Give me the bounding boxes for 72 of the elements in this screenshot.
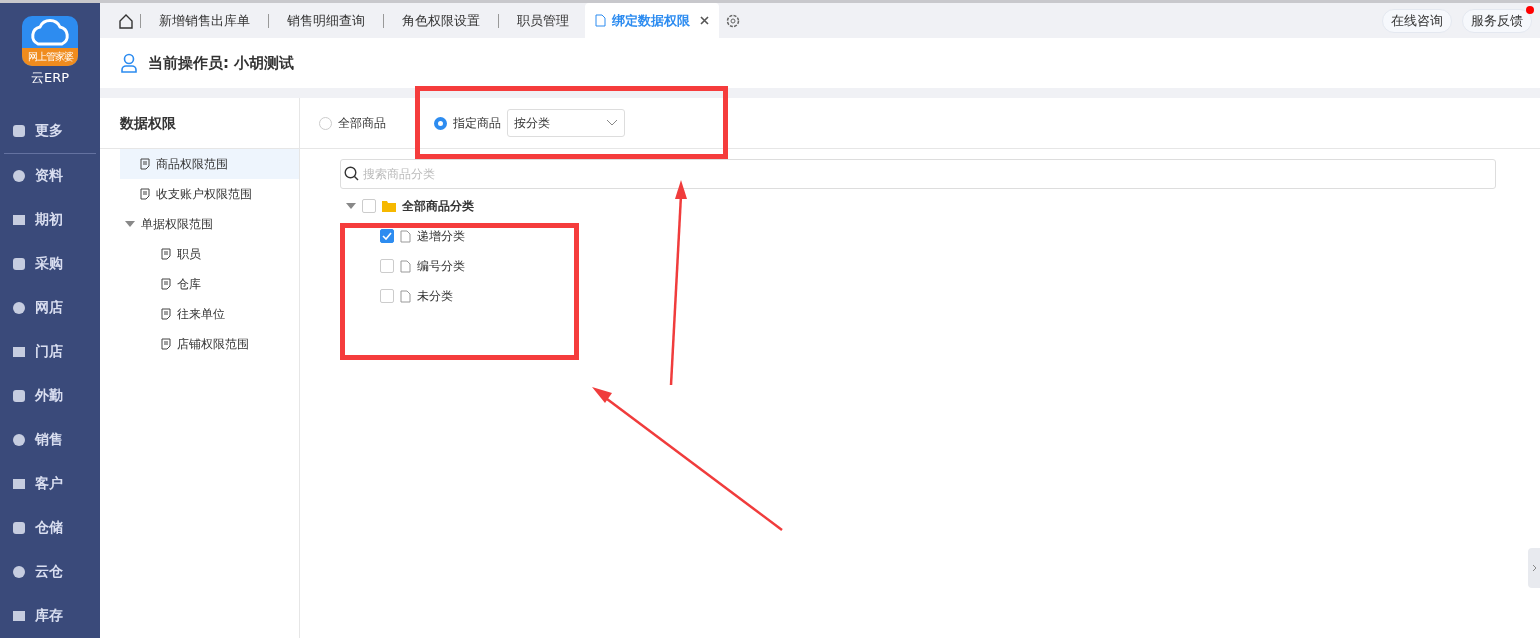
nav-icon	[12, 169, 26, 183]
folder-icon	[382, 200, 396, 212]
nav-icon	[12, 521, 26, 535]
nav-icon	[12, 477, 26, 491]
tree-item[interactable]: 店铺权限范围	[120, 329, 299, 359]
nav-item[interactable]: 门店	[12, 330, 88, 374]
document-icon	[400, 229, 411, 243]
nav-icon	[12, 257, 26, 271]
document-icon	[400, 289, 411, 303]
home-icon[interactable]	[118, 12, 134, 29]
nav-item[interactable]: 采购	[12, 242, 88, 286]
product-name: 云ERP	[30, 68, 70, 87]
tree-item[interactable]: 商品权限范围	[120, 149, 299, 179]
tab[interactable]: 职员管理	[501, 3, 585, 38]
tree-label: 递增分类	[417, 227, 465, 245]
nav-item[interactable]: 库存	[12, 594, 88, 638]
checkbox[interactable]	[362, 199, 376, 213]
document-icon	[140, 158, 150, 170]
nav-icon	[12, 213, 26, 227]
document-icon	[400, 259, 411, 273]
collapse-handle[interactable]	[1528, 548, 1540, 588]
nav-icon	[12, 609, 26, 623]
nav-item[interactable]: 云仓	[12, 550, 88, 594]
nav-icon	[12, 124, 26, 138]
tree-item[interactable]: 往来单位	[120, 299, 299, 329]
tab[interactable]: 新增销售出库单	[143, 3, 266, 38]
tab[interactable]: 销售明细查询	[271, 3, 381, 38]
nav-item[interactable]: 更多	[12, 109, 88, 153]
tree-item[interactable]: 单据权限范围	[120, 209, 299, 239]
nav-item[interactable]: 仓储	[12, 506, 88, 550]
user-icon	[120, 53, 138, 73]
operator-label: 当前操作员: 小胡测试	[148, 53, 295, 73]
nav-item[interactable]: 资料	[12, 154, 88, 198]
radio-option[interactable]: 全部商品	[319, 114, 386, 132]
radio-option[interactable]: 指定商品	[434, 114, 501, 132]
nav-item[interactable]: 网店	[12, 286, 88, 330]
logo-badge: 网上管家婆	[22, 47, 78, 66]
checkbox[interactable]	[380, 229, 394, 243]
nav-icon	[12, 565, 26, 579]
header-button[interactable]: 在线咨询	[1382, 8, 1452, 33]
nav-item[interactable]: 销售	[12, 418, 88, 462]
settings-icon[interactable]	[725, 12, 741, 29]
nav-icon	[12, 345, 26, 359]
document-icon	[595, 14, 606, 27]
chevron-icon	[606, 119, 618, 127]
tab[interactable]: 角色权限设置	[386, 3, 496, 38]
nav-icon	[12, 301, 26, 315]
search-icon	[344, 166, 359, 181]
document-icon	[161, 338, 171, 350]
caret-icon[interactable]	[346, 203, 356, 209]
nav-item[interactable]: 客户	[12, 462, 88, 506]
nav-icon	[12, 389, 26, 403]
tree-item[interactable]: 职员	[120, 239, 299, 269]
tree-item[interactable]: 仓库	[120, 269, 299, 299]
document-icon	[161, 248, 171, 260]
document-icon	[161, 308, 171, 320]
category-select[interactable]: 按分类	[507, 109, 625, 137]
tree-item[interactable]: 收支账户权限范围	[120, 179, 299, 209]
tree-label: 未分类	[417, 287, 453, 305]
checkbox[interactable]	[380, 259, 394, 273]
document-icon	[161, 278, 171, 290]
nav-icon	[12, 433, 26, 447]
close-icon[interactable]	[700, 16, 709, 25]
tree-label: 编号分类	[417, 257, 465, 275]
tree-label: 全部商品分类	[402, 197, 474, 215]
checkbox[interactable]	[380, 289, 394, 303]
document-icon	[140, 188, 150, 200]
nav-item[interactable]: 外勤	[12, 374, 88, 418]
caret-icon[interactable]	[125, 221, 135, 227]
header-button[interactable]: 服务反馈	[1462, 8, 1532, 33]
nav-item[interactable]: 期初	[12, 198, 88, 242]
search-field[interactable]: 搜索商品分类	[340, 159, 1496, 189]
